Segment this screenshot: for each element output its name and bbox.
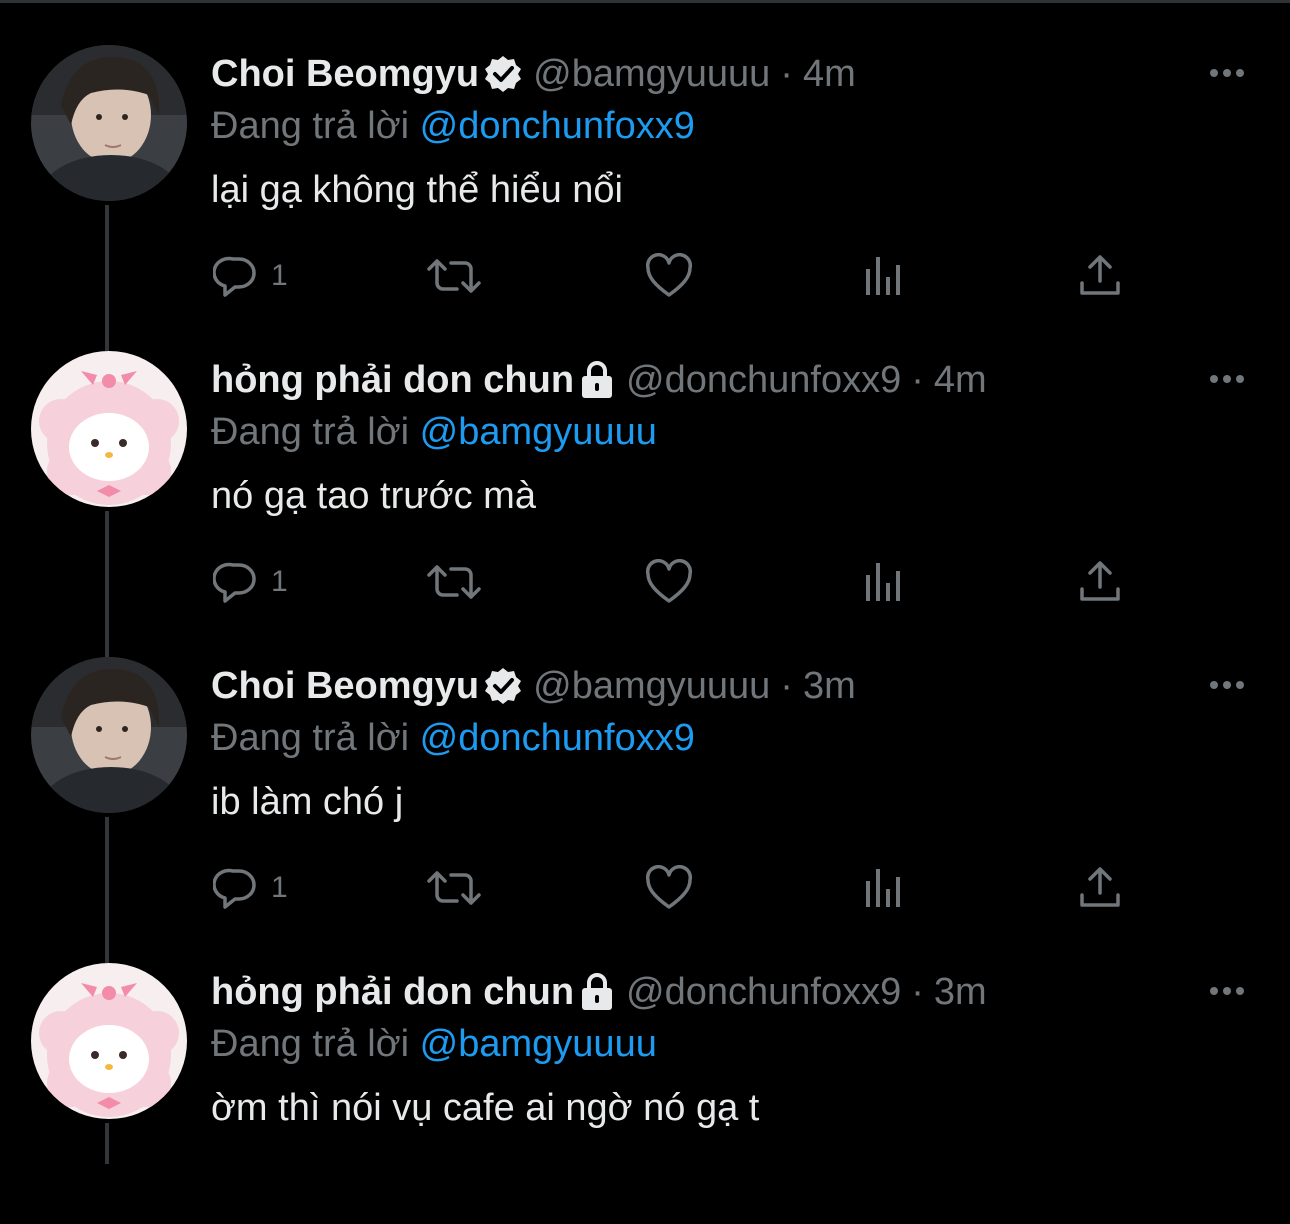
replying-to: Đang trả lời @donchunfoxx9 <box>211 100 695 152</box>
reply-button[interactable]: 1 <box>213 556 288 608</box>
share-button[interactable] <box>1078 862 1122 914</box>
reply-button[interactable]: 1 <box>213 250 288 302</box>
avatar-donchun[interactable] <box>31 963 187 1119</box>
like-button[interactable] <box>645 862 693 914</box>
display-name[interactable]: Choi Beomgyu <box>211 660 479 712</box>
reply-icon <box>213 562 256 603</box>
retweet-icon <box>427 259 481 293</box>
more-options-icon[interactable] <box>1208 974 1246 1008</box>
user-handle[interactable]: @bamgyuuuu <box>533 48 770 100</box>
tweet-text: nó gạ tao trước mà <box>211 475 536 517</box>
display-name[interactable]: hỏng phải don chun <box>211 966 574 1018</box>
share-icon <box>1080 255 1120 295</box>
reply-count: 1 <box>271 871 288 904</box>
tweet[interactable]: Choi Beomgyu @bamgyuuuu · 3m Đang trả lờ… <box>0 612 1290 918</box>
tweet[interactable]: hỏng phải don chun @donchunfoxx9 · 3m Đa… <box>0 918 1290 1224</box>
reply-mention-link[interactable]: @bamgyuuuu <box>420 411 657 453</box>
verified-icon <box>483 666 523 706</box>
analytics-button[interactable] <box>864 250 906 302</box>
display-name[interactable]: hỏng phải don chun <box>211 354 574 406</box>
timestamp[interactable]: 4m <box>803 48 856 100</box>
share-icon <box>1080 867 1120 907</box>
verified-icon <box>483 54 523 94</box>
separator-dot: · <box>780 53 793 95</box>
reply-icon <box>213 256 256 297</box>
analytics-icon <box>866 257 900 295</box>
tweet-actions: 1 <box>0 556 1290 608</box>
retweet-icon <box>427 871 481 905</box>
timestamp[interactable]: 4m <box>934 354 987 406</box>
retweet-icon <box>427 565 481 599</box>
like-button[interactable] <box>645 250 693 302</box>
timestamp[interactable]: 3m <box>934 966 987 1018</box>
more-options-icon[interactable] <box>1208 362 1246 396</box>
tweet-actions: 1 <box>0 250 1290 302</box>
reply-count: 1 <box>271 259 288 292</box>
share-button[interactable] <box>1078 556 1122 608</box>
tweet-header: Choi Beomgyu @bamgyuuuu · 3m <box>211 660 856 712</box>
lock-icon <box>578 972 616 1012</box>
avatar-beomgyu[interactable] <box>31 657 187 813</box>
replying-to: Đang trả lời @donchunfoxx9 <box>211 712 695 764</box>
separator-dot: · <box>911 359 924 401</box>
analytics-icon <box>866 563 900 601</box>
tweet-header: Choi Beomgyu @bamgyuuuu · 4m <box>211 48 856 100</box>
reply-mention-link[interactable]: @donchunfoxx9 <box>420 105 695 147</box>
tweet[interactable]: hỏng phải don chun @donchunfoxx9 · 4m Đa… <box>0 306 1290 612</box>
analytics-icon <box>866 869 900 907</box>
more-options-icon[interactable] <box>1208 56 1246 90</box>
user-handle[interactable]: @donchunfoxx9 <box>626 354 901 406</box>
replying-to: Đang trả lời @bamgyuuuu <box>211 1018 657 1070</box>
timestamp[interactable]: 3m <box>803 660 856 712</box>
more-options-icon[interactable] <box>1208 668 1246 702</box>
tweet-text: ib làm chó j <box>211 781 404 823</box>
tweet-actions: 1 <box>0 862 1290 914</box>
separator-dot: · <box>911 971 924 1013</box>
tweet-text: ờm thì nói vụ cafe ai ngờ nó gạ t <box>211 1087 760 1129</box>
share-button[interactable] <box>1078 250 1122 302</box>
analytics-button[interactable] <box>864 556 906 608</box>
retweet-button[interactable] <box>425 862 483 914</box>
replying-prefix: Đang trả lời <box>211 1023 420 1065</box>
like-button[interactable] <box>645 556 693 608</box>
display-name[interactable]: Choi Beomgyu <box>211 48 479 100</box>
reply-mention-link[interactable]: @bamgyuuuu <box>420 1023 657 1065</box>
avatar-beomgyu[interactable] <box>31 45 187 201</box>
retweet-button[interactable] <box>425 556 483 608</box>
replying-prefix: Đang trả lời <box>211 105 420 147</box>
heart-icon <box>645 253 693 297</box>
replying-prefix: Đang trả lời <box>211 717 420 759</box>
user-handle[interactable]: @donchunfoxx9 <box>626 966 901 1018</box>
reply-icon <box>213 868 256 909</box>
heart-icon <box>645 559 693 603</box>
tweet-header: hỏng phải don chun @donchunfoxx9 · 3m <box>211 966 987 1018</box>
separator-dot: · <box>780 665 793 707</box>
analytics-button[interactable] <box>864 862 906 914</box>
replying-prefix: Đang trả lời <box>211 411 420 453</box>
lock-icon <box>578 360 616 400</box>
reply-mention-link[interactable]: @donchunfoxx9 <box>420 717 695 759</box>
retweet-button[interactable] <box>425 250 483 302</box>
tweet-header: hỏng phải don chun @donchunfoxx9 · 4m <box>211 354 987 406</box>
replying-to: Đang trả lời @bamgyuuuu <box>211 406 657 458</box>
reply-button[interactable]: 1 <box>213 862 288 914</box>
tweet-text: lại gạ không thể hiểu nổi <box>211 169 623 211</box>
share-icon <box>1080 561 1120 601</box>
reply-count: 1 <box>271 565 288 598</box>
avatar-donchun[interactable] <box>31 351 187 507</box>
heart-icon <box>645 865 693 909</box>
tweet[interactable]: Choi Beomgyu @bamgyuuuu · 4m Đang trả lờ… <box>0 0 1290 306</box>
user-handle[interactable]: @bamgyuuuu <box>533 660 770 712</box>
